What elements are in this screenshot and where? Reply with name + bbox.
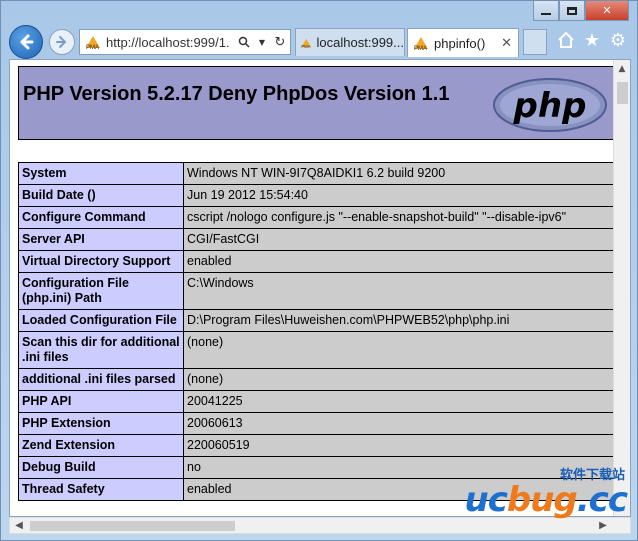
favorites-star-icon[interactable]: ★ — [583, 30, 601, 51]
window-controls: ✕ — [533, 1, 629, 21]
row-key: Debug Build — [18, 456, 184, 479]
svg-text:PMA: PMA — [301, 43, 310, 48]
toolbar-icons: ★ ⚙ — [557, 30, 627, 51]
search-icon[interactable] — [236, 34, 252, 50]
table-row: Server API CGI/FastCGI — [18, 228, 615, 251]
row-value: 20060613 — [183, 412, 615, 435]
pma-favicon-icon: PMA — [86, 36, 100, 50]
scroll-up-icon[interactable]: ▲ — [614, 60, 630, 77]
tab-phpinfo[interactable]: PMA phpinfo() ✕ — [407, 28, 519, 57]
row-key: Loaded Configuration File — [18, 309, 184, 332]
row-key: Virtual Directory Support — [18, 250, 184, 273]
table-row: Configuration File (php.ini) Path C:\Wind… — [18, 272, 615, 310]
pma-favicon-icon: PMA — [414, 37, 428, 51]
close-tab-icon[interactable]: ✕ — [501, 35, 512, 51]
pma-favicon-icon: PMA — [301, 38, 312, 48]
page-title: PHP Version 5.2.17 Deny PhpDos Version 1… — [23, 83, 450, 105]
tab-localhost[interactable]: PMA localhost:999... — [295, 28, 405, 56]
row-key: Server API — [18, 228, 184, 251]
watermark-brand: ucbug.cc — [464, 480, 628, 520]
close-icon: ✕ — [602, 4, 612, 17]
info-table: System Windows NT WIN-9I7Q8AIDKI1 6.2 bui… — [18, 162, 615, 501]
address-url[interactable]: http://localhost:999/1. — [106, 35, 236, 50]
row-key: Configure Command — [18, 206, 184, 229]
row-value: Windows NT WIN-9I7Q8AIDKI1 6.2 build 920… — [183, 162, 615, 185]
row-value: CGI/FastCGI — [183, 228, 615, 251]
gear-icon[interactable]: ⚙ — [609, 30, 627, 51]
phpinfo-content: PHP Version 5.2.17 Deny PhpDos Version 1… — [18, 66, 615, 501]
table-row: Zend Extension 220060519 — [18, 434, 615, 457]
row-key: additional .ini files parsed — [18, 368, 184, 391]
maximize-button[interactable] — [559, 1, 585, 21]
row-key: System — [18, 162, 184, 185]
vertical-scrollbar[interactable]: ▲ — [613, 60, 630, 516]
arrow-right-icon — [56, 36, 67, 48]
row-key: Scan this dir for additional .ini files — [18, 331, 184, 369]
svg-text:PMA: PMA — [86, 45, 99, 50]
table-row: Build Date () Jun 19 2012 15:54:40 — [18, 184, 615, 207]
horizontal-scroll-thumb[interactable] — [30, 521, 235, 531]
minimize-button[interactable] — [533, 1, 559, 21]
tab-label: localhost:999... — [316, 35, 404, 50]
forward-button[interactable] — [49, 29, 75, 55]
row-value: 20041225 — [183, 390, 615, 413]
back-button[interactable] — [9, 25, 43, 59]
home-icon[interactable] — [557, 31, 575, 49]
maximize-icon — [567, 6, 577, 15]
new-tab-button[interactable] — [523, 29, 547, 55]
row-value: 220060519 — [183, 434, 615, 457]
svg-text:PMA: PMA — [414, 46, 427, 51]
minimize-icon — [541, 12, 551, 15]
table-row: Configure Command cscript /nologo configu… — [18, 206, 615, 229]
page-viewport: PHP Version 5.2.17 Deny PhpDos Version 1… — [9, 59, 631, 517]
close-window-button[interactable]: ✕ — [585, 1, 629, 21]
phpinfo-header: PHP Version 5.2.17 Deny PhpDos Version 1… — [18, 66, 615, 140]
address-bar[interactable]: PMA http://localhost:999/1. ▼ ↻ — [79, 29, 291, 55]
row-value: enabled — [183, 250, 615, 273]
row-key: Thread Safety — [18, 478, 184, 501]
row-value: D:\Program Files\Huweishen.com\PHPWEB52\… — [183, 309, 615, 332]
svg-text:php: php — [513, 86, 587, 126]
table-row: PHP API 20041225 — [18, 390, 615, 413]
row-key: PHP API — [18, 390, 184, 413]
row-key: Zend Extension — [18, 434, 184, 457]
watermark: 软件下载站 ucbug.cc — [441, 464, 631, 524]
refresh-icon[interactable]: ↻ — [272, 34, 288, 50]
row-value: C:\Windows — [183, 272, 615, 310]
arrow-left-icon — [20, 34, 34, 50]
table-row: Virtual Directory Support enabled — [18, 250, 615, 273]
scroll-left-icon[interactable]: ◀ — [12, 518, 26, 533]
row-value: Jun 19 2012 15:54:40 — [183, 184, 615, 207]
table-row: System Windows NT WIN-9I7Q8AIDKI1 6.2 bui… — [18, 162, 615, 185]
row-value: cscript /nologo configure.js "--enable-s… — [183, 206, 615, 229]
row-key: Configuration File (php.ini) Path — [18, 272, 184, 310]
row-value: (none) — [183, 331, 615, 369]
chevron-down-icon[interactable]: ▼ — [254, 34, 270, 50]
table-row: additional .ini files parsed (none) — [18, 368, 615, 391]
vertical-scroll-thumb[interactable] — [617, 82, 628, 104]
row-key: Build Date () — [18, 184, 184, 207]
table-row: Loaded Configuration File D:\Program File… — [18, 309, 615, 332]
table-row: PHP Extension 20060613 — [18, 412, 615, 435]
browser-window: ✕ PMA http://localhost:999/1. ▼ ↻ PMA lo… — [0, 0, 638, 541]
tab-label: phpinfo() — [434, 35, 486, 51]
php-logo: php — [493, 78, 607, 132]
row-value: (none) — [183, 368, 615, 391]
row-key: PHP Extension — [18, 412, 184, 435]
table-row: Scan this dir for additional .ini files(… — [18, 331, 615, 369]
navigation-bar: PMA http://localhost:999/1. ▼ ↻ PMA loca… — [1, 21, 637, 59]
